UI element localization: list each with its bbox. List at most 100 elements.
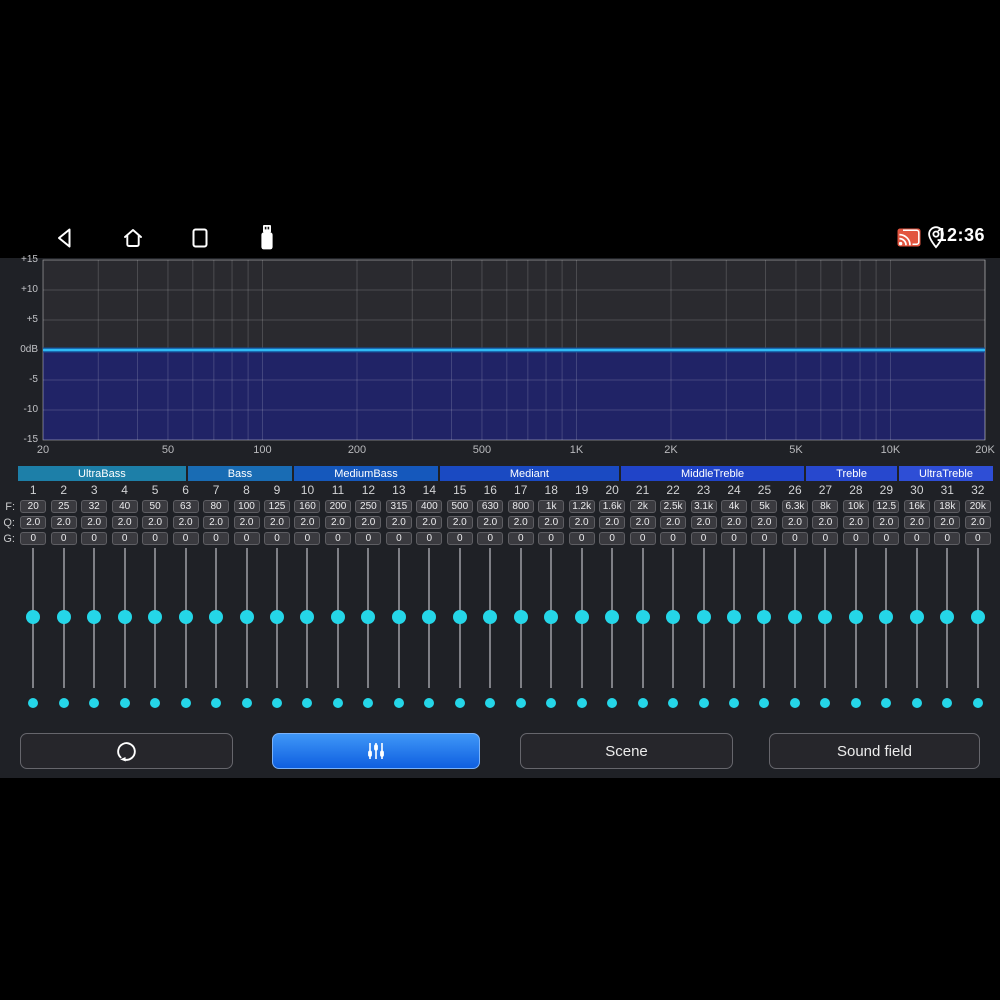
eq-button[interactable]: [272, 733, 480, 769]
freq-value: 200: [324, 500, 351, 513]
gain-slider-11: [323, 548, 353, 718]
scene-button-label: Scene: [605, 742, 648, 760]
freq-value: 100: [233, 500, 260, 513]
freq-value: 160: [294, 500, 321, 513]
gain-slider-1: [18, 548, 48, 718]
frequency-tick-label: 1K: [569, 444, 584, 456]
gain-value: 0: [812, 532, 839, 545]
gain-value: 0: [781, 532, 808, 545]
frequency-tick-label: 50: [161, 444, 175, 456]
slider-knob[interactable]: [239, 610, 254, 624]
gain-value: 0: [324, 532, 351, 545]
q-value: 2.0: [294, 516, 321, 529]
channel-number: 32: [971, 483, 985, 497]
slider-end-dot: [363, 698, 374, 708]
freq-value: 8k: [812, 500, 839, 513]
gain-slider-3: [79, 548, 109, 718]
gain-slider-32: [963, 548, 993, 718]
slider-knob[interactable]: [513, 610, 528, 624]
slider-knob[interactable]: [848, 610, 863, 624]
freq-value: 40: [111, 500, 138, 513]
slider-knob[interactable]: [483, 610, 498, 624]
slider-knob[interactable]: [26, 610, 41, 624]
channel-column: 28 10k 2.0 0: [841, 483, 871, 549]
slider-knob[interactable]: [56, 610, 71, 624]
sound-field-button[interactable]: Sound field: [769, 733, 980, 769]
slider-end-dot: [302, 698, 313, 708]
slider-knob[interactable]: [148, 610, 163, 624]
channel-column: 10 160 2.0 0: [292, 483, 322, 549]
channel-number: 8: [243, 483, 250, 497]
slider-knob[interactable]: [544, 610, 559, 624]
gain-slider-28: [841, 548, 871, 718]
gain-slider-15: [445, 548, 475, 718]
slider-knob[interactable]: [757, 610, 772, 624]
slider-knob[interactable]: [330, 610, 345, 624]
freq-value: 32: [81, 500, 108, 513]
freq-value: 500: [446, 500, 473, 513]
slider-knob[interactable]: [178, 610, 193, 624]
q-value: 2.0: [568, 516, 595, 529]
slider-knob[interactable]: [574, 610, 589, 624]
slider-knob[interactable]: [970, 610, 985, 624]
slider-end-dot: [759, 698, 770, 708]
freq-value: 1.6k: [599, 500, 626, 513]
reset-button[interactable]: [20, 733, 233, 769]
gain-value: 0: [721, 532, 748, 545]
slider-knob[interactable]: [269, 610, 284, 624]
freq-value: 2.5k: [660, 500, 687, 513]
channel-column: 14 400 2.0 0: [414, 483, 444, 549]
slider-knob[interactable]: [422, 610, 437, 624]
gain-tick-label: -5: [29, 374, 38, 385]
gain-value: 0: [842, 532, 869, 545]
freq-value: 20k: [964, 500, 991, 513]
recents-icon[interactable]: [188, 226, 212, 250]
slider-knob[interactable]: [787, 610, 802, 624]
channel-number: 9: [273, 483, 281, 497]
channel-number: 2: [60, 483, 68, 497]
slider-knob[interactable]: [87, 610, 102, 624]
slider-knob[interactable]: [452, 610, 467, 624]
slider-knob[interactable]: [818, 610, 833, 624]
slider-end-dot: [180, 698, 191, 708]
channel-number: 5: [151, 483, 159, 497]
band-label: Treble: [836, 467, 867, 480]
slider-knob[interactable]: [117, 610, 132, 624]
slider-knob[interactable]: [696, 610, 711, 624]
slider-end-dot: [820, 698, 831, 708]
slider-knob[interactable]: [361, 610, 376, 624]
channel-number: 6: [182, 483, 189, 497]
gain-slider-29: [871, 548, 901, 718]
slider-knob[interactable]: [635, 610, 650, 624]
channel-number: 15: [453, 483, 467, 497]
freq-value: 20: [20, 500, 47, 513]
band-segment-ultrabass: UltraBass: [18, 466, 186, 481]
gain-slider-17: [506, 548, 536, 718]
slider-knob[interactable]: [391, 610, 406, 624]
slider-knob[interactable]: [909, 610, 924, 624]
frequency-tick-label: 20K: [975, 444, 995, 456]
gain-tick-label: +10: [21, 284, 38, 295]
q-value: 2.0: [172, 516, 199, 529]
frequency-tick-label: 5K: [789, 444, 803, 456]
gain-value: 0: [507, 532, 534, 545]
channel-column: 2 25 2.0 0: [48, 483, 78, 549]
scene-button[interactable]: Scene: [520, 733, 733, 769]
gain-slider-19: [566, 548, 596, 718]
slider-knob[interactable]: [605, 610, 620, 624]
slider-knob[interactable]: [300, 610, 315, 624]
slider-knob[interactable]: [666, 610, 681, 624]
channel-column: 32 20k 2.0 0: [963, 483, 993, 549]
channel-number: 24: [727, 483, 741, 497]
slider-knob[interactable]: [940, 610, 955, 624]
slider-knob[interactable]: [879, 610, 894, 624]
freq-value: 25: [50, 500, 77, 513]
back-icon[interactable]: [54, 226, 78, 250]
slider-knob[interactable]: [209, 610, 224, 624]
slider-end-dot: [485, 698, 496, 708]
gain-slider-8: [231, 548, 261, 718]
home-icon[interactable]: [121, 226, 145, 250]
channel-number: 29: [879, 483, 894, 497]
channel-column: 7 80 2.0 0: [201, 483, 231, 549]
slider-knob[interactable]: [727, 610, 742, 624]
